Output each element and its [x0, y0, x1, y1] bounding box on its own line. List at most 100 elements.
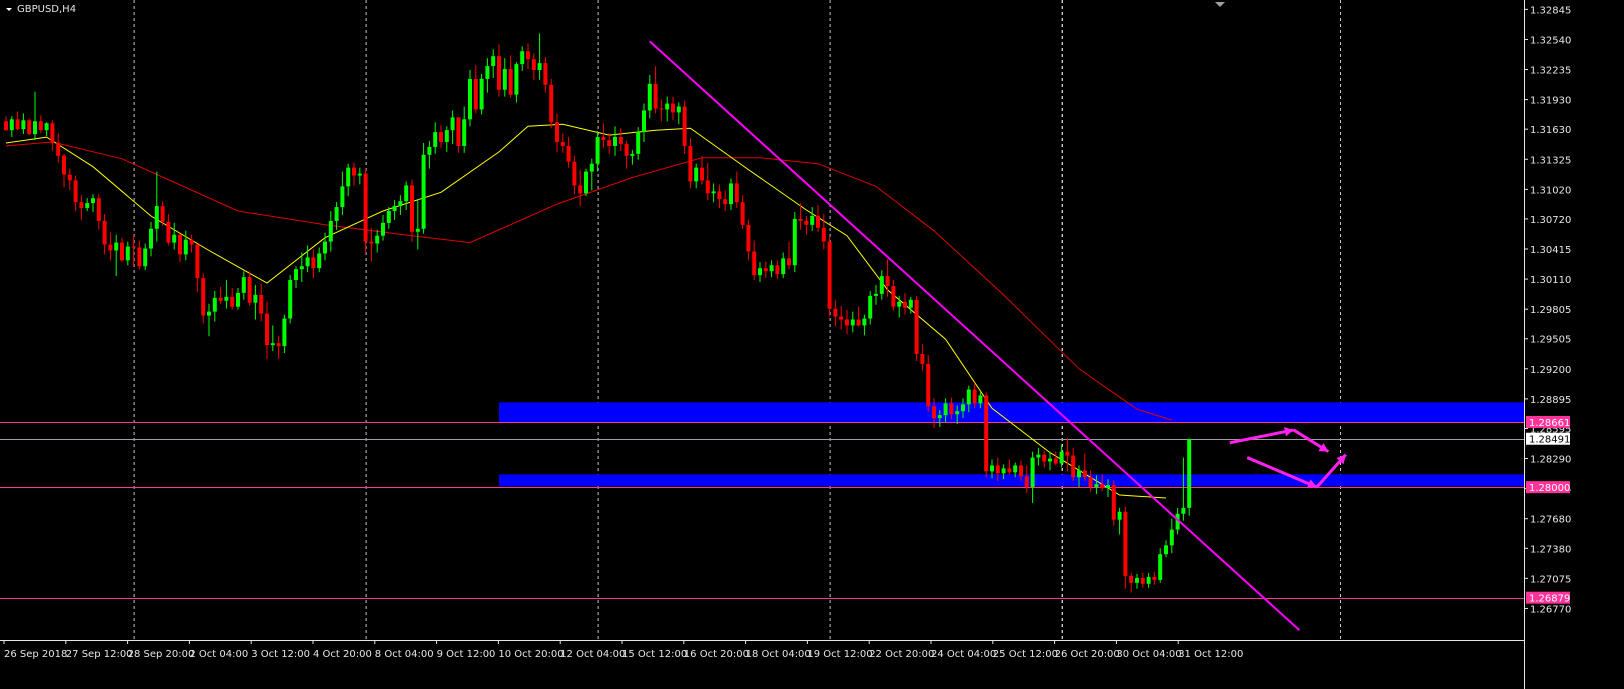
candle — [166, 213, 171, 246]
candle — [589, 158, 594, 191]
candle-body — [555, 122, 559, 143]
arrow-shaft — [1229, 428, 1294, 445]
candle-body — [1030, 457, 1035, 488]
candle — [212, 290, 217, 322]
candle — [630, 149, 635, 165]
candle-body — [450, 117, 455, 131]
shift-marker-icon[interactable] — [1215, 2, 1225, 7]
y-tick-label: 1.31020 — [1530, 185, 1571, 196]
candle — [201, 273, 206, 324]
candle — [230, 287, 235, 310]
candle-body — [27, 120, 32, 135]
candle — [502, 58, 507, 97]
x-tick-label: 15 Oct 12:00 — [622, 649, 687, 660]
candle-body — [908, 299, 913, 308]
candle-body — [253, 294, 258, 303]
candle-body — [1187, 438, 1192, 508]
candle-body — [903, 301, 907, 308]
candle-body — [700, 167, 704, 181]
candle-body — [804, 220, 809, 225]
candle-body — [1129, 575, 1134, 583]
candle — [879, 270, 884, 300]
candle-body — [578, 185, 583, 194]
x-tick-label: 4 Oct 20:00 — [313, 649, 372, 660]
candle — [143, 243, 148, 271]
candle — [1042, 450, 1047, 468]
candle-body — [682, 106, 687, 146]
candle — [404, 181, 409, 211]
candle — [821, 213, 826, 250]
candle — [328, 211, 333, 252]
candle — [154, 171, 159, 242]
candle-body — [1100, 484, 1105, 489]
candle-body — [711, 191, 716, 194]
candle — [775, 260, 780, 280]
candle — [531, 53, 536, 80]
candle-body — [624, 143, 629, 156]
candle — [653, 66, 658, 114]
candle-body — [1001, 468, 1006, 474]
menu-triangle-icon[interactable] — [6, 8, 12, 11]
candle-body — [1065, 451, 1070, 456]
candle — [270, 325, 275, 352]
candle-body — [688, 145, 693, 182]
candle — [555, 113, 559, 152]
candle-body — [850, 319, 855, 326]
candle — [787, 241, 791, 270]
candle — [114, 234, 119, 277]
candle-body — [375, 235, 380, 244]
candle-body — [630, 153, 635, 156]
candle — [746, 219, 751, 261]
candle-body — [1135, 577, 1139, 583]
price-tag-label: 1.28661 — [1529, 418, 1570, 429]
candle-body — [642, 110, 646, 133]
candle — [729, 178, 733, 211]
candle-body — [862, 318, 867, 326]
candle — [734, 171, 739, 209]
candle — [439, 125, 443, 148]
candle — [485, 58, 490, 93]
x-tick-label: 8 Oct 04:00 — [375, 649, 434, 660]
candle — [1117, 507, 1122, 535]
candle-body — [990, 465, 994, 472]
symbol-label: GBPUSD,H4 — [17, 4, 76, 15]
candle — [804, 215, 809, 235]
candle-body — [270, 343, 275, 346]
candle-body — [433, 132, 438, 147]
candle-body — [491, 56, 496, 67]
candle — [694, 163, 699, 189]
candle-body — [305, 257, 310, 267]
y-tick-label: 1.31325 — [1530, 155, 1571, 166]
candle — [717, 184, 722, 209]
candle — [711, 183, 716, 203]
candle — [839, 305, 844, 330]
candle-body — [444, 130, 449, 143]
candle-body — [85, 203, 90, 209]
candle-body — [566, 145, 571, 162]
candle — [468, 70, 472, 127]
candle — [1140, 572, 1145, 588]
candle-body — [949, 403, 954, 415]
candle-body — [653, 83, 658, 109]
candle-body — [671, 103, 675, 113]
candle — [241, 271, 246, 300]
candle — [537, 33, 542, 80]
candle-body — [73, 180, 78, 203]
candle — [1030, 451, 1035, 503]
candle — [317, 247, 322, 273]
candle — [102, 213, 107, 255]
candle — [514, 62, 519, 103]
candle-body — [44, 123, 49, 131]
zone-rect — [499, 474, 1524, 487]
candle — [189, 234, 194, 253]
x-tick-label: 27 Sep 12:00 — [66, 649, 133, 660]
candle — [752, 240, 757, 281]
candle-body — [346, 167, 351, 187]
chart-canvas[interactable]: 1.32845 1.32540 1.32235 1.31930 1.31630 1.313… — [0, 0, 1624, 689]
candle — [665, 96, 670, 122]
candle-body — [879, 276, 884, 294]
y-tick-label: 1.30720 — [1530, 215, 1571, 226]
trendline-group — [649, 40, 1301, 631]
candle — [618, 128, 623, 151]
candle-body — [1036, 454, 1041, 458]
